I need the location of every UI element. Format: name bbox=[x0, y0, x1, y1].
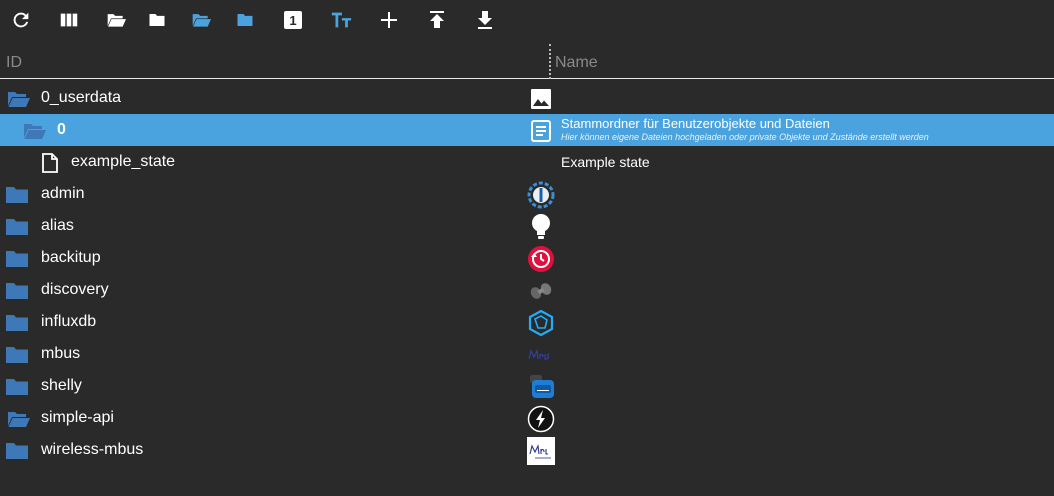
tree-row-shelly[interactable]: shelly bbox=[0, 370, 1054, 402]
folder-icon[interactable] bbox=[5, 185, 29, 203]
tree-row-id: example_state bbox=[71, 153, 176, 170]
tree-row-id: 0 bbox=[57, 121, 66, 138]
tree-row-0_userdata[interactable]: 0_userdata bbox=[0, 82, 1054, 114]
influxdb-logo-icon bbox=[527, 309, 555, 337]
folder-open-icon[interactable] bbox=[21, 121, 46, 139]
tree-row-influxdb[interactable]: influxdb bbox=[0, 306, 1054, 338]
table-header: ID Name bbox=[0, 44, 1054, 79]
folder-icon[interactable] bbox=[5, 345, 29, 363]
tree-row-id: 0_userdata bbox=[41, 89, 122, 106]
tree-row-backitup[interactable]: backitup bbox=[0, 242, 1054, 274]
column-header-name[interactable]: Name bbox=[555, 54, 598, 72]
tree-row-mbus[interactable]: mbus bbox=[0, 338, 1054, 370]
tree-row-id: mbus bbox=[41, 345, 81, 362]
backup-clock-icon bbox=[527, 245, 555, 273]
folder-open-icon[interactable] bbox=[5, 89, 30, 107]
simple-api-logo-icon bbox=[527, 405, 555, 433]
tree-row-example_state[interactable]: example_state Example state bbox=[0, 146, 1054, 178]
tree-row-simple-api[interactable]: simple-api bbox=[0, 402, 1054, 434]
folder-icon[interactable] bbox=[5, 249, 29, 267]
column-header-id[interactable]: ID bbox=[6, 54, 22, 72]
folder-icon[interactable] bbox=[5, 441, 29, 459]
lightbulb-icon bbox=[527, 213, 555, 241]
folder-icon[interactable] bbox=[5, 281, 29, 299]
columns-icon[interactable] bbox=[57, 8, 81, 32]
folder-icon[interactable] bbox=[5, 217, 29, 235]
tree-row-admin[interactable]: admin bbox=[0, 178, 1054, 210]
wireless-mbus-logo-icon bbox=[527, 437, 555, 465]
folder-icon[interactable] bbox=[5, 313, 29, 331]
mbus-logo-icon bbox=[527, 341, 555, 369]
tree-row-description: Hier können eigene Dateien hochgeladen o… bbox=[561, 132, 929, 142]
tree-row-id: influxdb bbox=[41, 313, 97, 330]
tree-row-discovery[interactable]: discovery bbox=[0, 274, 1054, 306]
object-tree: 0_userdata 0 Stammordner für Benutzerobj… bbox=[0, 82, 1054, 466]
text-size-icon[interactable] bbox=[329, 8, 353, 32]
tree-row-id: shelly bbox=[41, 377, 82, 394]
tree-row-id: alias bbox=[41, 217, 74, 234]
tree-row-id: wireless-mbus bbox=[41, 441, 144, 458]
file-icon bbox=[41, 153, 65, 173]
shelly-logo-icon bbox=[527, 373, 555, 401]
tree-row-wireless-mbus[interactable]: wireless-mbus bbox=[0, 434, 1054, 466]
folder-open-icon[interactable] bbox=[5, 409, 30, 427]
folder-icon[interactable] bbox=[5, 377, 29, 395]
folder-open-icon[interactable] bbox=[104, 8, 128, 32]
image-icon bbox=[527, 85, 555, 113]
tree-row-name: Stammordner für Benutzerobjekte und Date… bbox=[561, 116, 830, 131]
tree-row-id: simple-api bbox=[41, 409, 114, 426]
refresh-icon[interactable] bbox=[9, 8, 33, 32]
tree-row-alias[interactable]: alias bbox=[0, 210, 1054, 242]
number-one-badge-icon[interactable]: 1 bbox=[281, 8, 305, 32]
tree-row-id: backitup bbox=[41, 249, 101, 266]
binoculars-icon bbox=[527, 277, 555, 305]
folder-icon[interactable] bbox=[145, 8, 169, 32]
upload-icon[interactable] bbox=[425, 8, 449, 32]
column-resize-handle[interactable] bbox=[549, 44, 551, 79]
folder-open-blue-icon[interactable] bbox=[189, 8, 213, 32]
document-icon bbox=[527, 117, 555, 145]
toolbar: 1 bbox=[0, 0, 1054, 40]
svg-text:1: 1 bbox=[289, 13, 296, 28]
tree-row-name: Example state bbox=[561, 154, 650, 170]
tree-row-id: admin bbox=[41, 185, 85, 202]
admin-logo-icon bbox=[527, 181, 555, 209]
tree-row-id: discovery bbox=[41, 281, 109, 298]
tree-row-0[interactable]: 0 Stammordner für Benutzerobjekte und Da… bbox=[0, 114, 1054, 146]
add-icon[interactable] bbox=[377, 8, 401, 32]
folder-blue-icon[interactable] bbox=[233, 8, 257, 32]
download-icon[interactable] bbox=[473, 8, 497, 32]
